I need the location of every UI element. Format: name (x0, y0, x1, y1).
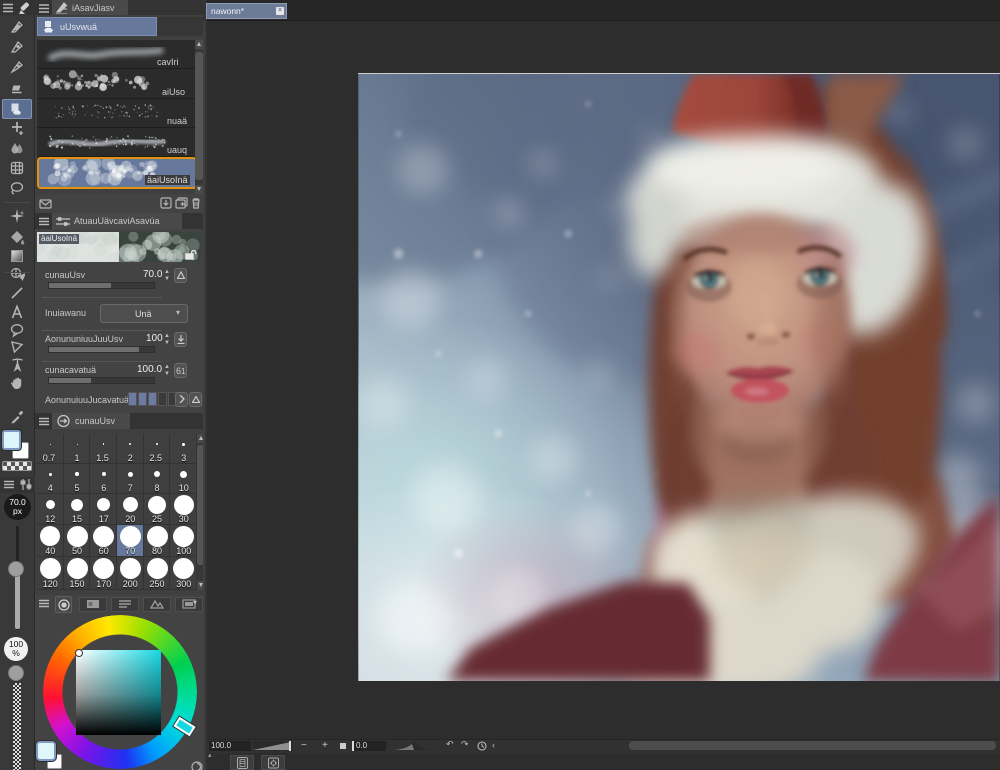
svg-text:1: 1 (181, 367, 186, 376)
